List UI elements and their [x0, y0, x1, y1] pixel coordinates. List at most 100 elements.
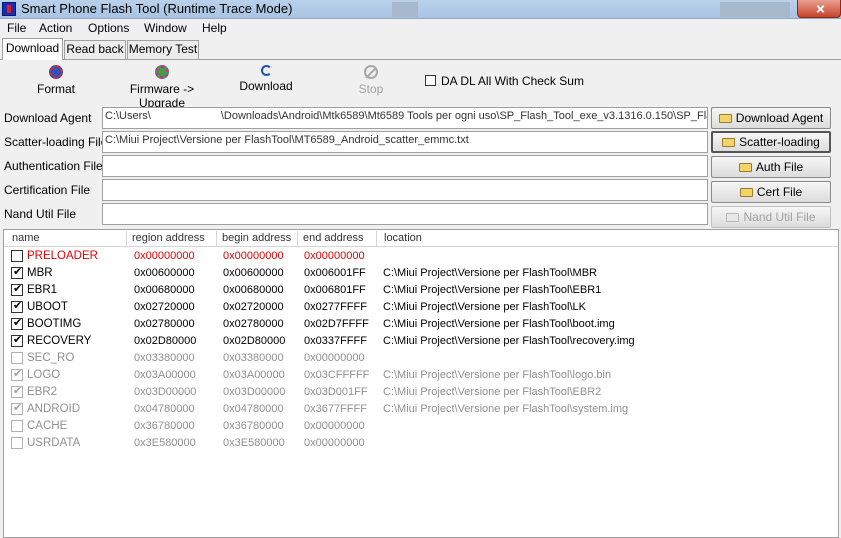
- firmware-upgrade-icon: [155, 65, 169, 79]
- table-row[interactable]: LOGO 0x03A00000 0x03A00000 0x03CFFFFF C:\Miu…: [4, 367, 838, 384]
- table-row[interactable]: MBR 0x00600000 0x00600000 0x006001FF C:\Miui…: [4, 265, 838, 282]
- region-address: 0x02780000: [134, 318, 195, 330]
- begin-address: 0x02780000: [223, 318, 284, 330]
- folder-icon: [726, 213, 740, 222]
- header-name[interactable]: name: [12, 232, 40, 244]
- menu-options[interactable]: Options: [88, 21, 129, 35]
- end-address: 0x00000000: [304, 420, 365, 432]
- partition-list: name region address begin address end ad…: [3, 229, 839, 538]
- partition-location: C:\Miui Project\Versione per FlashTool\r…: [383, 335, 635, 347]
- table-row[interactable]: PRELOADER 0x00000000 0x00000000 0x00000000: [4, 248, 838, 265]
- table-row[interactable]: CACHE 0x36780000 0x36780000 0x00000000: [4, 418, 838, 435]
- partition-checkbox[interactable]: [11, 367, 23, 381]
- auth-file-button[interactable]: Auth File: [711, 156, 831, 178]
- tab-download[interactable]: Download: [2, 38, 63, 60]
- minimize-button[interactable]: [392, 2, 418, 17]
- end-address: 0x006801FF: [304, 284, 366, 296]
- menu-window[interactable]: Window: [144, 21, 187, 35]
- firmware-upgrade-label: Firmware -> Upgrade: [129, 82, 195, 110]
- tab-read-back[interactable]: Read back: [64, 40, 126, 59]
- partition-location: C:\Miui Project\Versione per FlashTool\M…: [383, 267, 597, 279]
- table-row[interactable]: USRDATA 0x3E580000 0x3E580000 0x00000000: [4, 435, 838, 452]
- partition-checkbox[interactable]: [11, 316, 23, 330]
- header-end-address[interactable]: end address: [303, 232, 364, 244]
- header-region-address[interactable]: region address: [132, 232, 205, 244]
- header-location[interactable]: location: [384, 232, 422, 244]
- partition-name: UBOOT: [27, 301, 68, 313]
- partition-checkbox[interactable]: [11, 352, 23, 364]
- begin-address: 0x3E580000: [223, 437, 285, 449]
- begin-address: 0x00600000: [223, 267, 284, 279]
- table-row[interactable]: UBOOT 0x02720000 0x02720000 0x0277FFFF C:\Mi…: [4, 299, 838, 316]
- firmware-upgrade-button[interactable]: Firmware -> Upgrade: [108, 65, 216, 110]
- scatter-row: Scatter-loading File C:\Miui Project\Ver…: [2, 131, 708, 153]
- nand-util-file-button[interactable]: Nand Util File: [711, 206, 831, 228]
- partition-checkbox[interactable]: [11, 401, 23, 415]
- partition-location: C:\Miui Project\Versione per FlashTool\E…: [383, 386, 602, 398]
- partition-checkbox[interactable]: [11, 265, 23, 279]
- format-button[interactable]: Format: [30, 65, 82, 101]
- cert-input[interactable]: [102, 179, 708, 201]
- download-agent-input[interactable]: C:\Users\ \Downloads\Android\Mtk6589\Mt65…: [102, 107, 708, 129]
- table-row[interactable]: ANDROID 0x04780000 0x04780000 0x3677FFFF C:\…: [4, 401, 838, 418]
- menu-action[interactable]: Action: [39, 21, 72, 35]
- table-row[interactable]: EBR2 0x03D00000 0x03D00000 0x03D001FF C:\Miu…: [4, 384, 838, 401]
- partition-location: C:\Miui Project\Versione per FlashTool\l…: [383, 369, 612, 381]
- download-button[interactable]: Download: [236, 65, 296, 101]
- header-begin-address[interactable]: begin address: [222, 232, 291, 244]
- stop-button[interactable]: Stop: [352, 65, 390, 101]
- nand-input[interactable]: [102, 203, 708, 225]
- table-row[interactable]: EBR1 0x00680000 0x00680000 0x006801FF C:\Miu…: [4, 282, 838, 299]
- table-row[interactable]: SEC_RO 0x03380000 0x03380000 0x00000000: [4, 350, 838, 367]
- partition-checkbox[interactable]: [11, 282, 23, 296]
- table-row[interactable]: BOOTIMG 0x02780000 0x02780000 0x02D7FFFF C:\…: [4, 316, 838, 333]
- da-dl-all-checkbox[interactable]: [425, 75, 436, 86]
- partition-name: PRELOADER: [27, 250, 98, 262]
- header-separator[interactable]: [297, 231, 298, 246]
- begin-address: 0x02D80000: [223, 335, 286, 347]
- download-agent-button-label: Download Agent: [735, 111, 824, 125]
- cert-row: Certification File: [2, 179, 708, 201]
- download-agent-button[interactable]: Download Agent: [711, 107, 831, 129]
- menu-file[interactable]: File: [7, 21, 26, 35]
- download-agent-path-end: \Downloads\Android\Mtk6589\Mt6589 Tools …: [220, 110, 708, 122]
- partition-name: USRDATA: [27, 437, 81, 449]
- menu-help[interactable]: Help: [202, 21, 227, 35]
- end-address: 0x00000000: [304, 437, 365, 449]
- table-row[interactable]: RECOVERY 0x02D80000 0x02D80000 0x0337FFFF C:…: [4, 333, 838, 350]
- auth-label: Authentication File: [4, 159, 103, 173]
- region-address: 0x04780000: [134, 403, 195, 415]
- title-bar: Smart Phone Flash Tool (Runtime Trace Mo…: [0, 0, 841, 19]
- partition-name: RECOVERY: [27, 335, 92, 347]
- folder-icon: [738, 163, 752, 172]
- list-header: name region address begin address end ad…: [4, 230, 838, 247]
- partition-checkbox[interactable]: [11, 299, 23, 313]
- begin-address: 0x03380000: [223, 352, 284, 364]
- scatter-input[interactable]: C:\Miui Project\Versione per FlashTool\M…: [102, 131, 708, 153]
- maximize-button[interactable]: [720, 2, 790, 17]
- partition-checkbox[interactable]: [11, 384, 23, 398]
- region-address: 0x03380000: [134, 352, 195, 364]
- region-address: 0x36780000: [134, 420, 195, 432]
- format-icon: [49, 65, 63, 79]
- region-address: 0x02D80000: [134, 335, 197, 347]
- partition-checkbox[interactable]: [11, 437, 23, 449]
- close-button[interactable]: [797, 0, 841, 18]
- cert-file-button[interactable]: Cert File: [711, 181, 831, 203]
- tab-memory-test[interactable]: Memory Test: [127, 40, 199, 59]
- stop-icon: [364, 65, 378, 79]
- partition-checkbox[interactable]: [11, 250, 23, 262]
- header-separator[interactable]: [216, 231, 217, 246]
- toolbar: Format Firmware -> Upgrade Download Stop: [0, 61, 841, 110]
- header-separator[interactable]: [376, 231, 377, 246]
- region-address: 0x3E580000: [134, 437, 196, 449]
- begin-address: 0x03A00000: [223, 369, 285, 381]
- region-address: 0x00680000: [134, 284, 195, 296]
- partition-checkbox[interactable]: [11, 420, 23, 432]
- header-separator[interactable]: [126, 231, 127, 246]
- auth-input[interactable]: [102, 155, 708, 177]
- begin-address: 0x00000000: [223, 250, 284, 262]
- end-address: 0x02D7FFFF: [304, 318, 369, 330]
- scatter-loading-button[interactable]: Scatter-loading: [711, 131, 831, 153]
- partition-checkbox[interactable]: [11, 333, 23, 347]
